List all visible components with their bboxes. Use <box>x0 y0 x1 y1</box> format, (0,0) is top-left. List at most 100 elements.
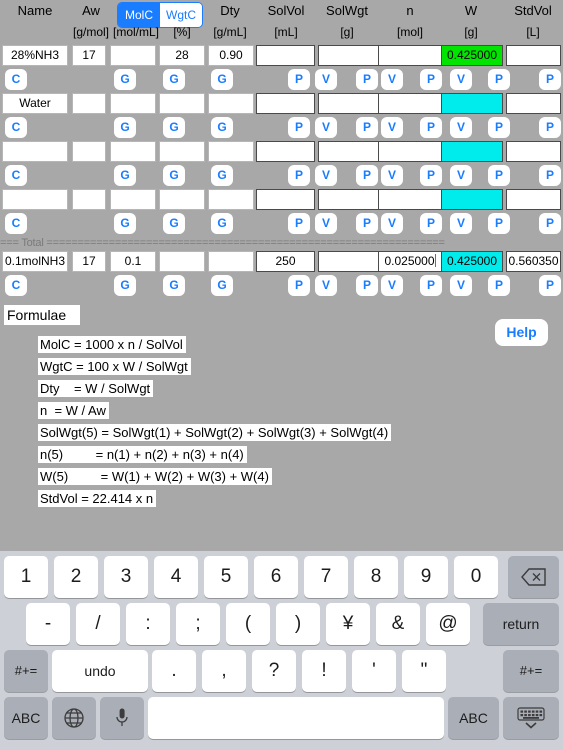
row-button-value-6-4[interactable]: V <box>315 213 337 234</box>
row-button-get-4-4[interactable]: G <box>211 213 233 234</box>
cell-name-3[interactable] <box>2 141 68 162</box>
symbols-key-left[interactable]: #+= <box>4 650 48 692</box>
row-button-paste-12-4[interactable]: P <box>539 213 561 234</box>
cell-dty-1[interactable]: 0.90 <box>208 45 254 66</box>
cell-solvol-1[interactable] <box>256 45 315 66</box>
key-number-2[interactable]: 2 <box>54 556 98 598</box>
cell-n-total[interactable]: 0.025000 <box>378 251 442 272</box>
row-button-clear-1-3[interactable]: C <box>5 165 27 186</box>
row-button-get-4-1[interactable]: G <box>211 69 233 90</box>
key-number-1[interactable]: 1 <box>4 556 48 598</box>
cell-wgtc-3[interactable] <box>159 141 205 162</box>
row-button-paste-7-total[interactable]: P <box>356 275 378 296</box>
row-button-clear-1-1[interactable]: C <box>5 69 27 90</box>
cell-solwgt-1[interactable] <box>318 45 381 66</box>
help-button[interactable]: Help <box>495 319 548 346</box>
row-button-value-8-total[interactable]: V <box>381 275 403 296</box>
cell-wgtc-2[interactable] <box>159 93 205 114</box>
key-punct-5[interactable]: ' <box>352 650 396 692</box>
cell-w-3[interactable] <box>441 141 503 162</box>
row-button-paste-7-4[interactable]: P <box>356 213 378 234</box>
cell-solvol-total[interactable]: 250 <box>256 251 315 272</box>
cell-molc-4[interactable] <box>110 189 156 210</box>
key-symbol-9[interactable]: @ <box>426 603 470 645</box>
row-button-value-10-3[interactable]: V <box>450 165 472 186</box>
row-button-value-6-2[interactable]: V <box>315 117 337 138</box>
cell-solwgt-total[interactable] <box>318 251 381 272</box>
row-button-clear-1-4[interactable]: C <box>5 213 27 234</box>
row-button-value-10-2[interactable]: V <box>450 117 472 138</box>
row-button-get-3-3[interactable]: G <box>163 165 185 186</box>
row-button-value-8-4[interactable]: V <box>381 213 403 234</box>
row-button-paste-7-3[interactable]: P <box>356 165 378 186</box>
cell-name-2[interactable]: Water <box>2 93 68 114</box>
key-number-10[interactable]: 0 <box>454 556 498 598</box>
row-button-value-8-1[interactable]: V <box>381 69 403 90</box>
row-button-get-2-3[interactable]: G <box>114 165 136 186</box>
cell-wgtc-1[interactable]: 28 <box>159 45 205 66</box>
cell-n-3[interactable] <box>378 141 442 162</box>
cell-wgtc-total[interactable] <box>159 251 205 272</box>
row-button-paste-5-4[interactable]: P <box>288 213 310 234</box>
key-symbol-1[interactable]: - <box>26 603 70 645</box>
row-button-value-10-total[interactable]: V <box>450 275 472 296</box>
row-button-paste-7-2[interactable]: P <box>356 117 378 138</box>
row-button-paste-7-1[interactable]: P <box>356 69 378 90</box>
row-button-paste-11-1[interactable]: P <box>488 69 510 90</box>
abc-key-right[interactable]: ABC <box>448 697 499 739</box>
key-number-5[interactable]: 5 <box>204 556 248 598</box>
key-number-3[interactable]: 3 <box>104 556 148 598</box>
cell-dty-3[interactable] <box>208 141 254 162</box>
cell-w-4[interactable] <box>441 189 503 210</box>
cell-molc-1[interactable] <box>110 45 156 66</box>
cell-aw-1[interactable]: 17 <box>72 45 106 66</box>
row-button-value-8-2[interactable]: V <box>381 117 403 138</box>
key-number-8[interactable]: 8 <box>354 556 398 598</box>
row-button-paste-5-2[interactable]: P <box>288 117 310 138</box>
cell-molc-2[interactable] <box>110 93 156 114</box>
row-button-get-2-total[interactable]: G <box>114 275 136 296</box>
cell-n-4[interactable] <box>378 189 442 210</box>
row-button-clear-1-total[interactable]: C <box>5 275 27 296</box>
row-button-paste-12-2[interactable]: P <box>539 117 561 138</box>
row-button-paste-12-1[interactable]: P <box>539 69 561 90</box>
cell-wgtc-4[interactable] <box>159 189 205 210</box>
undo-key[interactable]: undo <box>52 650 148 692</box>
cell-w-1[interactable]: 0.425000 <box>441 45 503 66</box>
cell-name-total[interactable]: 0.1molNH3 <box>2 251 68 272</box>
row-button-get-3-4[interactable]: G <box>163 213 185 234</box>
key-punct-4[interactable]: ! <box>302 650 346 692</box>
row-button-paste-12-3[interactable]: P <box>539 165 561 186</box>
key-punct-3[interactable]: ? <box>252 650 296 692</box>
key-punct-2[interactable]: , <box>202 650 246 692</box>
row-button-paste-5-1[interactable]: P <box>288 69 310 90</box>
cell-aw-total[interactable]: 17 <box>72 251 106 272</box>
cell-name-1[interactable]: 28%NH3 <box>2 45 68 66</box>
row-button-get-3-total[interactable]: G <box>163 275 185 296</box>
key-symbol-4[interactable]: ; <box>176 603 220 645</box>
row-button-paste-11-2[interactable]: P <box>488 117 510 138</box>
cell-solwgt-3[interactable] <box>318 141 381 162</box>
row-button-clear-1-2[interactable]: C <box>5 117 27 138</box>
cell-solwgt-4[interactable] <box>318 189 381 210</box>
row-button-paste-11-4[interactable]: P <box>488 213 510 234</box>
row-button-value-6-3[interactable]: V <box>315 165 337 186</box>
cell-n-2[interactable] <box>378 93 442 114</box>
key-symbol-7[interactable]: ¥ <box>326 603 370 645</box>
key-symbol-5[interactable]: ( <box>226 603 270 645</box>
return-key[interactable]: return <box>483 603 559 645</box>
row-button-paste-5-3[interactable]: P <box>288 165 310 186</box>
cell-solvol-3[interactable] <box>256 141 315 162</box>
cell-w-2[interactable] <box>441 93 503 114</box>
cell-stdvol-total[interactable]: 0.560350 <box>506 251 561 272</box>
backspace-key[interactable] <box>508 556 559 598</box>
key-symbol-6[interactable]: ) <box>276 603 320 645</box>
row-button-paste-5-total[interactable]: P <box>288 275 310 296</box>
cell-stdvol-4[interactable] <box>506 189 561 210</box>
row-button-value-10-4[interactable]: V <box>450 213 472 234</box>
row-button-paste-9-total[interactable]: P <box>420 275 442 296</box>
row-button-paste-11-total[interactable]: P <box>488 275 510 296</box>
abc-key-left[interactable]: ABC <box>4 697 48 739</box>
cell-w-total[interactable]: 0.425000 <box>441 251 503 272</box>
cell-aw-3[interactable] <box>72 141 106 162</box>
